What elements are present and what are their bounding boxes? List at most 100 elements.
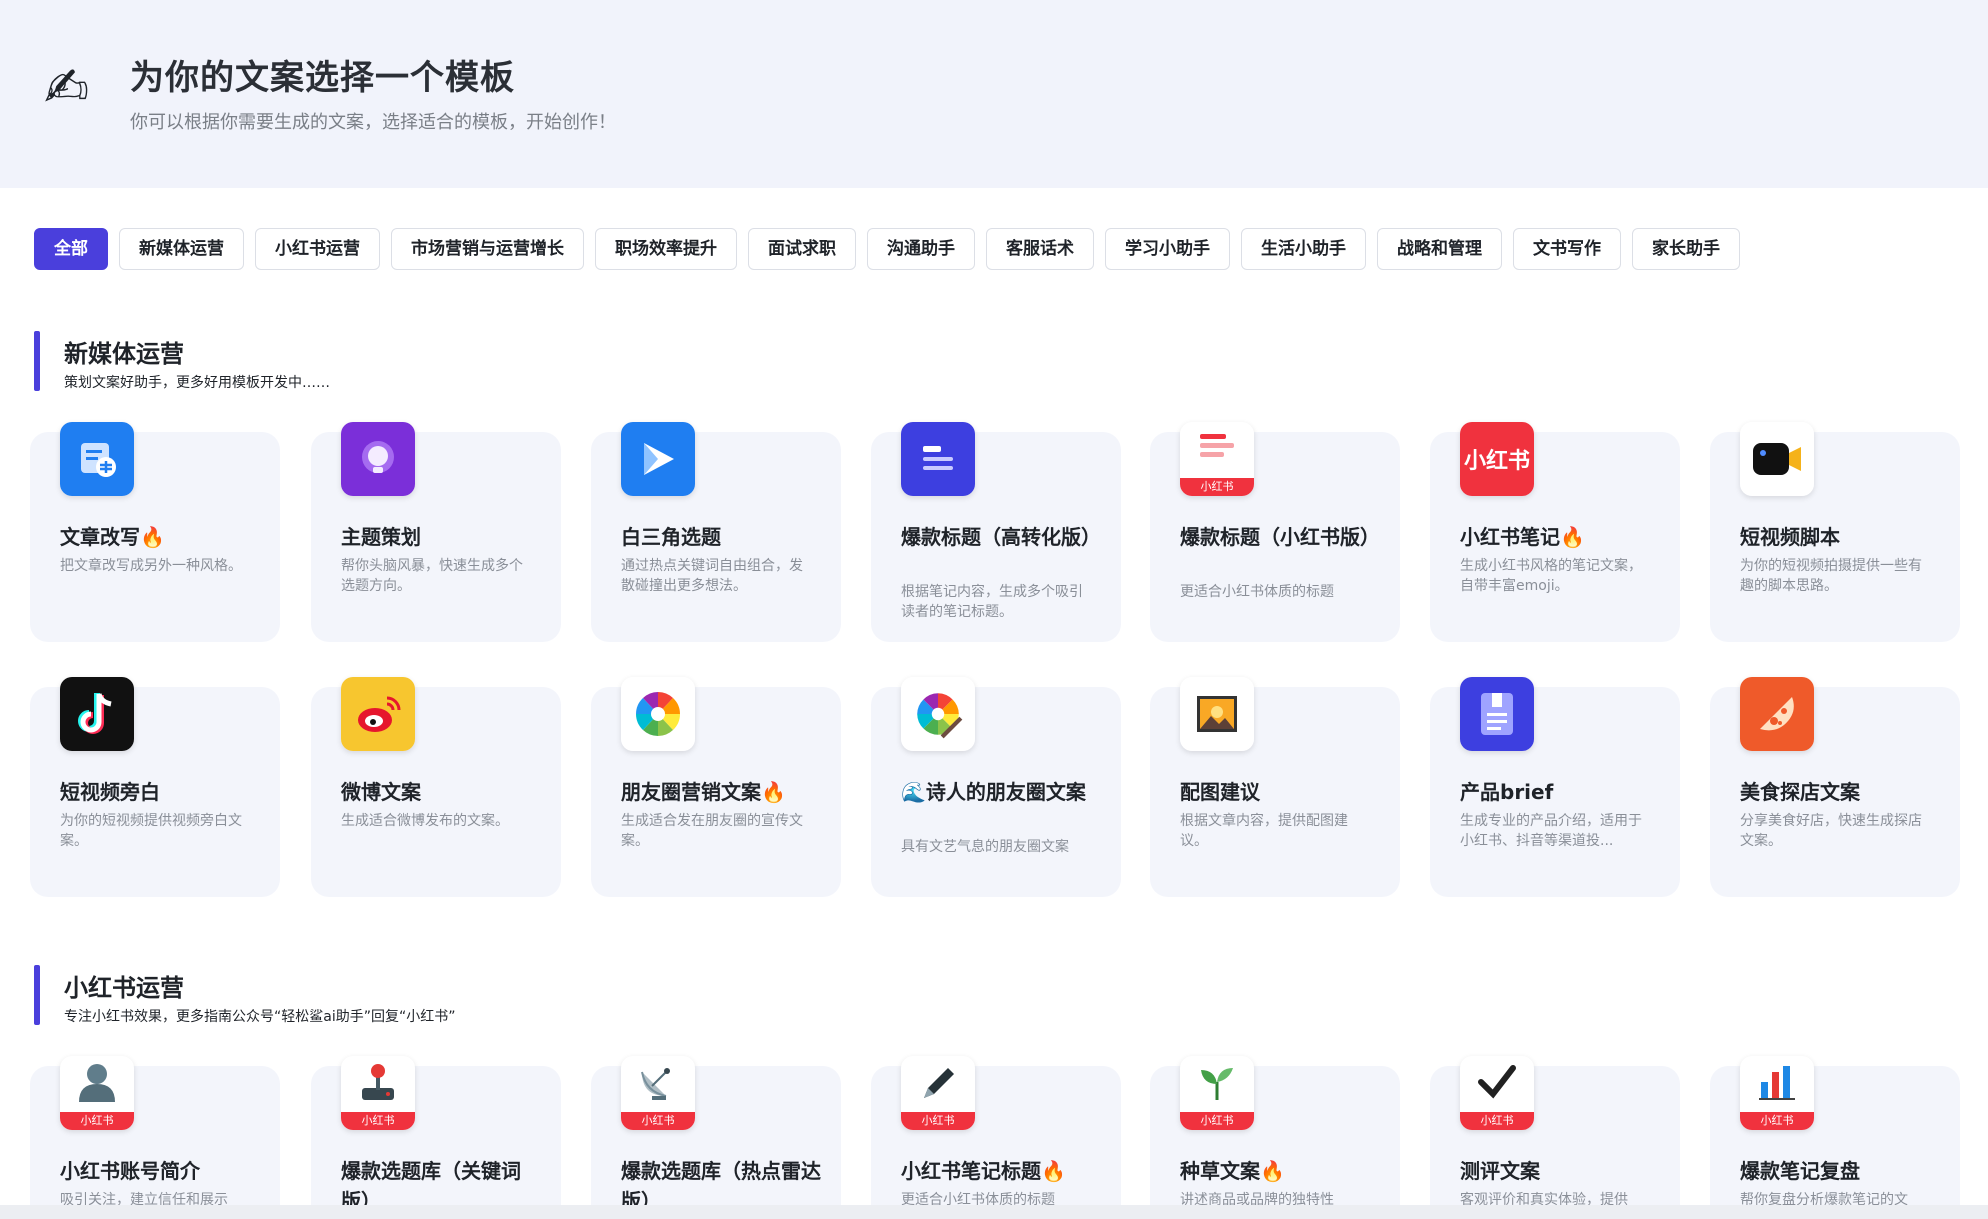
template-card-desc: 分享美食好店，快速生成探店文案。	[1740, 813, 1922, 849]
xiaohongshu-tag: 小红书	[621, 1112, 695, 1130]
template-card-title: 微博文案	[341, 780, 421, 804]
horizontal-scrollbar[interactable]	[0, 1205, 1988, 1219]
template-card-desc: 生成适合发在朋友圈的宣传文案。	[621, 813, 803, 849]
template-card[interactable]: 配图建议根据文章内容，提供配图建议。	[1150, 677, 1400, 897]
bar-chart-icon: 小红书	[1740, 1056, 1814, 1130]
template-card-desc: 根据笔记内容，生成多个吸引读者的笔记标题。	[901, 584, 1083, 620]
title-lines-icon	[901, 422, 975, 496]
template-card[interactable]: 微博文案生成适合微博发布的文案。	[311, 677, 561, 897]
xiaohongshu-tag: 小红书	[1740, 1112, 1814, 1130]
writing-hand-icon: ✍	[44, 56, 90, 119]
template-card-desc: 根据文章内容，提供配图建议。	[1180, 813, 1348, 849]
template-card[interactable]: 爆款标题（高转化版） 根据笔记内容，生成多个吸引读者的笔记标题。	[871, 422, 1121, 642]
tab-marketing[interactable]: 市场营销与运营增长	[391, 228, 584, 270]
template-card[interactable]: 小红书 爆款选题库（关键词版）	[311, 1056, 561, 1219]
satellite-dish-icon: 小红书	[621, 1056, 695, 1130]
template-card-title: 小红书笔记🔥	[1460, 525, 1585, 549]
template-card[interactable]: 小红书 爆款选题库（热点雷达版）	[591, 1056, 841, 1219]
template-card[interactable]: 朋友圈营销文案🔥 生成适合发在朋友圈的宣传文案。	[591, 677, 841, 897]
video-camera-icon	[1740, 422, 1814, 496]
template-card[interactable]: 白三角选题通过热点关键词自由组合，发散碰撞出更多想法。	[591, 422, 841, 642]
page-title: 为你的文案选择一个模板	[130, 58, 515, 98]
template-card[interactable]: 小红书 爆款笔记复盘 帮你复盘分析爆款笔记的文	[1710, 1056, 1960, 1219]
user-silhouette-icon: 小红书	[60, 1056, 134, 1130]
xiaohongshu-logo-icon: 小红书	[1460, 422, 1534, 496]
template-card-title: 小红书账号简介	[60, 1159, 200, 1183]
template-card[interactable]: 🌊诗人的朋友圈文案 具有文艺气息的朋友圈文案	[871, 677, 1121, 897]
template-card-title: 爆款笔记复盘	[1740, 1159, 1860, 1183]
template-card-title: 产品brief	[1460, 780, 1554, 804]
template-card-desc: 为你的短视频拍摄提供一些有趣的脚本思路。	[1740, 558, 1922, 594]
template-card[interactable]: 小红书 小红书账号简介 吸引关注，建立信任和展示	[30, 1056, 280, 1219]
red-lines-icon: 小红书	[1180, 422, 1254, 496]
xiaohongshu-tag: 小红书	[1180, 478, 1254, 496]
template-card-title: 美食探店文案	[1740, 780, 1860, 804]
template-card-title: 主题策划	[341, 525, 421, 549]
template-card[interactable]: 文章改写🔥 把文章改写成另外一种风格。	[30, 422, 280, 642]
template-card-title: 白三角选题	[621, 525, 721, 549]
sprout-icon: 小红书	[1180, 1056, 1254, 1130]
template-card-title: 小红书笔记标题🔥	[901, 1159, 1066, 1183]
template-card-title: 🌊诗人的朋友圈文案	[901, 780, 1086, 804]
section-bar	[34, 331, 40, 391]
template-card-desc: 生成专业的产品介绍，适用于小红书、抖音等渠道投...	[1460, 813, 1642, 849]
template-card[interactable]: 短视频脚本为你的短视频拍摄提供一些有趣的脚本思路。	[1710, 422, 1960, 642]
tab-communication[interactable]: 沟通助手	[867, 228, 975, 270]
page-header: ✍ 为你的文案选择一个模板 你可以根据你需要生成的文案，选择适合的模板，开始创作…	[0, 0, 1988, 188]
xiaohongshu-tag: 小红书	[1180, 1112, 1254, 1130]
template-card[interactable]: 美食探店文案分享美食好店，快速生成探店文案。	[1710, 677, 1960, 897]
template-card-title: 短视频旁白	[60, 780, 160, 804]
tab-all[interactable]: 全部	[34, 228, 108, 270]
template-card-title: 配图建议	[1180, 780, 1260, 804]
document-icon	[1460, 677, 1534, 751]
template-card-title: 短视频脚本	[1740, 525, 1840, 549]
xiaohongshu-tag: 小红书	[60, 1112, 134, 1130]
template-card-title: 朋友圈营销文案🔥	[621, 780, 786, 804]
xiaohongshu-tag: 小红书	[901, 1112, 975, 1130]
pizza-icon	[1740, 677, 1814, 751]
pinwheel-icon	[621, 677, 695, 751]
template-card[interactable]: 小红书爆款标题（小红书版） 更适合小红书体质的标题	[1150, 422, 1400, 642]
section-subtitle-xiaohongshu: 专注小红书效果，更多指南公众号“轻松鲨ai助手”回复“小红书”	[64, 1009, 456, 1025]
tab-study[interactable]: 学习小助手	[1105, 228, 1230, 270]
section-bar	[34, 965, 40, 1025]
template-card-desc: 为你的短视频提供视频旁白文案。	[60, 813, 242, 849]
template-card-desc: 帮你头脑风暴，快速生成多个选题方向。	[341, 558, 523, 594]
tab-parent[interactable]: 家长助手	[1632, 228, 1740, 270]
checkmark-icon: 小红书	[1460, 1056, 1534, 1130]
template-card-desc: 生成适合微博发布的文案。	[341, 813, 509, 829]
tab-writing[interactable]: 文书写作	[1513, 228, 1621, 270]
template-card[interactable]: 小红书小红书笔记🔥 生成小红书风格的笔记文案，自带丰富emoji。	[1430, 422, 1680, 642]
template-card[interactable]: 小红书 小红书笔记标题🔥 更适合小红书体质的标题	[871, 1056, 1121, 1219]
tab-customer-service[interactable]: 客服话术	[986, 228, 1094, 270]
template-card[interactable]: 小红书 种草文案🔥 讲述商品或品牌的独特性	[1150, 1056, 1400, 1219]
tab-efficiency[interactable]: 职场效率提升	[595, 228, 737, 270]
template-card[interactable]: 小红书 测评文案 客观评价和真实体验，提供	[1430, 1056, 1680, 1219]
weibo-icon	[341, 677, 415, 751]
template-card-title: 种草文案🔥	[1180, 1159, 1285, 1183]
xiaohongshu-tag: 小红书	[1460, 1112, 1534, 1130]
tab-strategy[interactable]: 战略和管理	[1377, 228, 1502, 270]
template-card[interactable]: 短视频旁白为你的短视频提供视频旁白文案。	[30, 677, 280, 897]
template-card[interactable]: 产品brief 生成专业的产品介绍，适用于小红书、抖音等渠道投...	[1430, 677, 1680, 897]
xiaohongshu-tag: 小红书	[341, 1112, 415, 1130]
tab-new-media[interactable]: 新媒体运营	[119, 228, 244, 270]
template-card-desc: 通过热点关键词自由组合，发散碰撞出更多想法。	[621, 558, 803, 594]
lightbulb-icon	[341, 422, 415, 496]
tab-interview[interactable]: 面试求职	[748, 228, 856, 270]
template-card-title: 爆款标题（高转化版）	[901, 525, 1101, 549]
template-card-desc: 把文章改写成另外一种风格。	[60, 558, 242, 574]
template-card-desc: 更适合小红书体质的标题	[1180, 584, 1334, 600]
category-tabs: 全部 新媒体运营 小红书运营 市场营销与运营增长 职场效率提升 面试求职 沟通助…	[34, 228, 1740, 270]
tab-life[interactable]: 生活小助手	[1241, 228, 1366, 270]
template-card[interactable]: 主题策划帮你头脑风暴，快速生成多个选题方向。	[311, 422, 561, 642]
tiktok-icon	[60, 677, 134, 751]
play-triangle-icon	[621, 422, 695, 496]
template-card-desc: 生成小红书风格的笔记文案，自带丰富emoji。	[1460, 558, 1642, 594]
pen-icon: 小红书	[901, 1056, 975, 1130]
template-card-title: 爆款标题（小红书版）	[1180, 525, 1380, 549]
template-card-title: 测评文案	[1460, 1159, 1540, 1183]
doc-edit-icon	[60, 422, 134, 496]
tab-xiaohongshu[interactable]: 小红书运营	[255, 228, 380, 270]
pinwheel-brush-icon	[901, 677, 975, 751]
